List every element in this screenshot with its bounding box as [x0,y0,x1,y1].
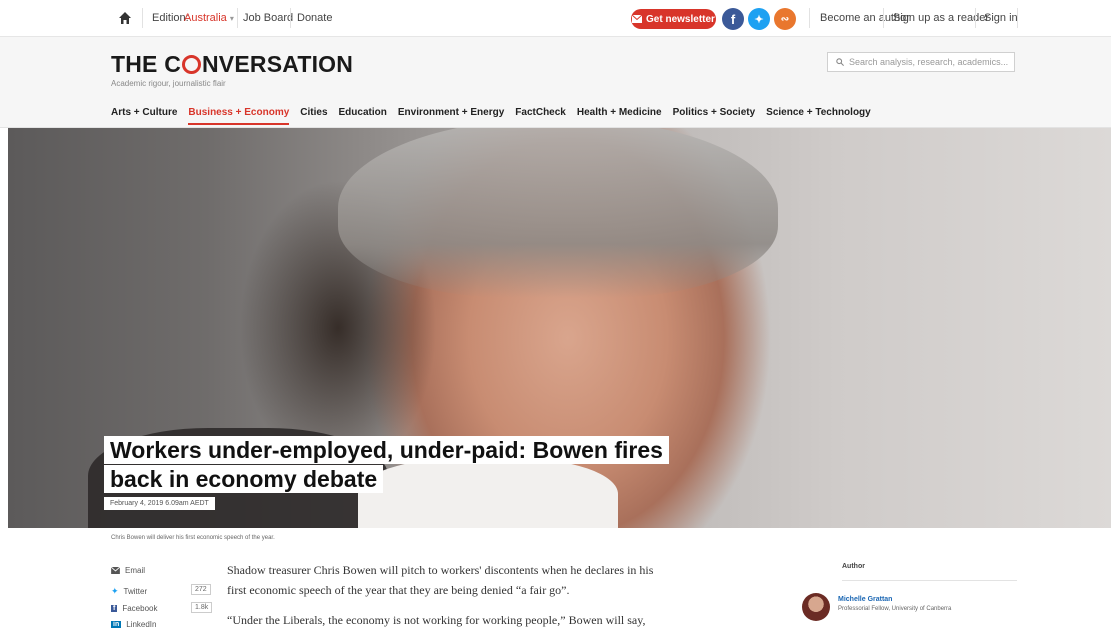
author-role: Professorial Fellow, University of Canbe… [838,606,952,612]
divider [809,8,810,28]
donate-link[interactable]: Donate [297,12,332,24]
site-logo[interactable]: THE C NVERSATION [111,51,353,78]
share-linkedin-label: LinkedIn [126,620,157,629]
site-header: THE C NVERSATION Academic rigour, journal… [0,37,1111,128]
rss-icon[interactable]: ∾ [774,8,796,30]
divider [237,8,238,28]
nav-item-politics-society[interactable]: Politics + Society [673,107,756,125]
article-paragraph-1-line-2: first economic speech of the year that t… [227,583,570,597]
article-date: February 4, 2019 6.09am AEDT [104,497,215,510]
divider [142,8,143,28]
nav-item-education[interactable]: Education [339,107,387,125]
chevron-down-icon: ▾ [229,14,234,23]
sign-in-link[interactable]: Sign in [984,12,1018,24]
twitter-icon[interactable]: ✦ [748,8,770,30]
article-paragraph-2-line-1: “Under the Liberals, the economy is not … [227,613,646,627]
facebook-icon[interactable]: f [722,8,744,30]
nav-item-cities[interactable]: Cities [300,107,327,125]
search-icon [836,58,844,66]
divider [883,8,884,28]
share-facebook[interactable]: f Facebook 1.8k [111,602,213,613]
article-title: Workers under-employed, under-paid: Bowe… [104,436,669,494]
newsletter-label: Get newsletter [646,13,715,25]
article-paragraph-1-line-1: Shadow treasurer Chris Bowen will pitch … [227,563,654,577]
divider [1017,8,1018,28]
edition-value: Australia [184,12,227,24]
share-twitter-label: Twitter [123,587,148,596]
divider [290,8,291,28]
home-icon[interactable] [118,11,132,25]
nav-item-science-technology[interactable]: Science + Technology [766,107,871,125]
article-title-line-1: Workers under-employed, under-paid: Bowe… [104,436,669,464]
nav-item-factcheck[interactable]: FactCheck [515,107,566,125]
job-board-link[interactable]: Job Board [243,12,293,24]
author-name-link[interactable]: Michelle Grattan [838,596,892,603]
site-tagline: Academic rigour, journalistic flair [111,79,226,88]
nav-item-business-economy[interactable]: Business + Economy [188,107,290,125]
logo-text-start: THE C [111,51,181,77]
mail-icon [111,567,120,574]
author-avatar[interactable] [802,593,830,621]
top-bar: Edition: Australia ▾ Job Board Donate Ge… [0,0,1111,37]
section-nav: Arts + Culture Business + Economy Cities Ed… [111,107,871,125]
hero-hair [338,128,778,298]
search-placeholder: Search analysis, research, academics... [849,57,1009,67]
share-linkedin[interactable]: in LinkedIn [111,620,156,629]
share-twitter[interactable]: ✦ Twitter 272 [111,584,211,597]
nav-item-environment-energy[interactable]: Environment + Energy [398,107,504,125]
logo-text-end: NVERSATION [202,51,354,77]
search-input[interactable]: Search analysis, research, academics... [827,52,1015,72]
nav-item-health-medicine[interactable]: Health + Medicine [577,107,662,125]
twitter-icon: ✦ [111,586,119,596]
image-caption: Chris Bowen will deliver his first econo… [111,535,275,541]
share-facebook-count: 1.8k [191,602,213,613]
share-twitter-count: 272 [191,584,211,595]
divider [975,8,976,28]
share-email[interactable]: Email [111,566,145,575]
article-title-line-2: back in economy debate [104,465,384,493]
nav-item-arts-culture[interactable]: Arts + Culture [111,107,177,125]
get-newsletter-button[interactable]: Get newsletter [631,9,716,29]
divider [842,580,1017,581]
share-facebook-label: Facebook [122,604,158,613]
share-email-label: Email [125,566,146,575]
mail-icon [632,15,643,23]
edition-select[interactable]: Australia ▾ [184,12,234,24]
author-heading: Author [842,563,865,570]
facebook-icon: f [111,605,118,612]
logo-o-icon [182,55,201,74]
